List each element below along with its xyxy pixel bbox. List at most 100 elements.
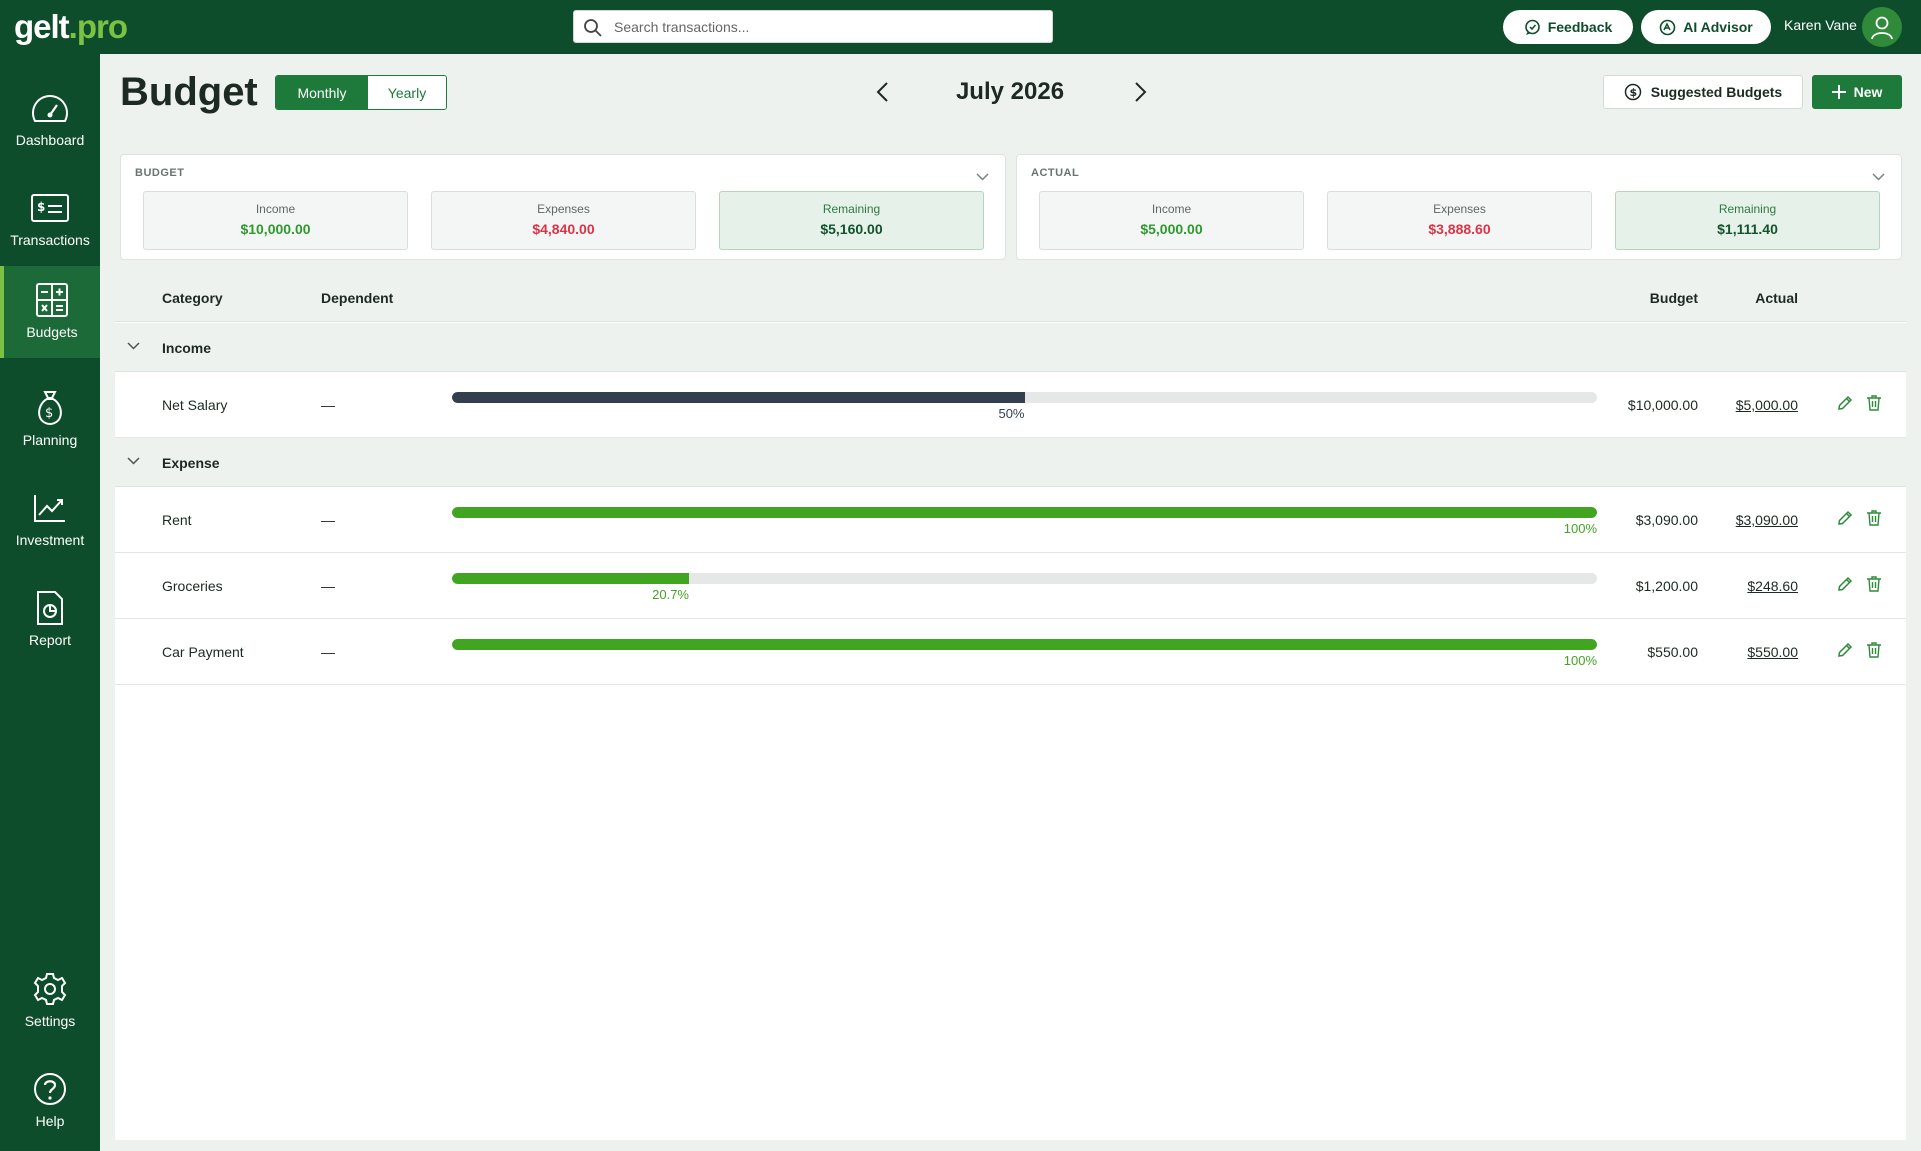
trash-icon[interactable]	[1865, 509, 1883, 527]
pencil-icon[interactable]	[1836, 575, 1854, 593]
report-icon	[37, 591, 63, 625]
budget-summary-panel: BUDGET Income $10,000.00 Expenses $4,840…	[120, 154, 1006, 260]
search-input[interactable]	[614, 11, 1034, 42]
progress-track	[452, 573, 1597, 584]
app-logo[interactable]: gelt.pro	[14, 8, 128, 46]
stat-label: Remaining	[822, 202, 881, 216]
category-name: Net Salary	[162, 397, 228, 413]
progress-percent: 100%	[1563, 653, 1597, 668]
group-row-expense[interactable]: Expense	[115, 438, 1906, 487]
chat-bubble-icon	[1524, 19, 1540, 35]
actual-amount-link[interactable]: $550.00	[1747, 644, 1798, 660]
feedback-label: Feedback	[1547, 19, 1613, 35]
actual-amount-link[interactable]: $5,000.00	[1736, 397, 1798, 413]
stat-label: Expenses	[1433, 202, 1486, 216]
sidebar-item-help[interactable]: Help	[0, 1055, 100, 1147]
previous-period-button[interactable]	[873, 80, 893, 109]
sidebar-item-label: Budgets	[26, 324, 78, 340]
period-toggle: Monthly Yearly	[275, 75, 447, 110]
next-period-button[interactable]	[1130, 80, 1150, 109]
logo-suffix: .pro	[68, 8, 128, 45]
user-name[interactable]: Karen Vane	[1784, 17, 1857, 33]
dollar-circle-icon: $	[1624, 83, 1642, 101]
sidebar-item-label: Dashboard	[15, 132, 85, 148]
current-period: July 2026	[955, 78, 1065, 105]
stat-value: $10,000.00	[240, 221, 311, 237]
suggested-budgets-button[interactable]: $ Suggested Budgets	[1603, 75, 1803, 109]
svg-text:$: $	[45, 406, 53, 421]
table-row: Groceries — 20.7% $1,200.00 $248.60	[115, 553, 1906, 619]
sidebar-item-label: Settings	[24, 1013, 76, 1029]
new-budget-button[interactable]: New	[1812, 75, 1902, 109]
sidebar-item-dashboard[interactable]: Dashboard	[0, 74, 100, 166]
dependent-value: —	[321, 512, 335, 528]
progress-track	[452, 639, 1597, 650]
stat-label: Expenses	[537, 202, 590, 216]
progress-percent: 20.7%	[652, 587, 689, 602]
panel-title: ACTUAL	[1031, 167, 1080, 179]
sidebar-item-label: Report	[28, 632, 72, 648]
stat-value: $5,000.00	[1140, 221, 1203, 237]
budget-income-card: Income $10,000.00	[143, 191, 408, 250]
budget-remaining-card: Remaining $5,160.00	[719, 191, 984, 250]
search-icon	[584, 19, 602, 37]
progress-fill	[452, 507, 1597, 518]
table-header: Category Dependent Budget Actual	[115, 272, 1906, 322]
monthly-toggle[interactable]: Monthly	[276, 76, 368, 109]
ai-advisor-button[interactable]: AI Advisor	[1641, 10, 1771, 44]
chevron-down-icon	[1872, 173, 1885, 181]
actual-expenses-card: Expenses $3,888.60	[1327, 191, 1592, 250]
trash-icon[interactable]	[1865, 641, 1883, 659]
header-budget[interactable]: Budget	[1650, 290, 1698, 306]
sidebar-item-report[interactable]: Report	[0, 574, 100, 666]
progress-track	[452, 507, 1597, 518]
group-label: Income	[162, 340, 212, 356]
trash-icon[interactable]	[1865, 575, 1883, 593]
search-box[interactable]	[573, 10, 1053, 43]
yearly-toggle[interactable]: Yearly	[368, 76, 446, 109]
chevron-down-icon	[976, 173, 989, 181]
progress-track	[452, 392, 1597, 403]
sidebar-item-budgets[interactable]: Budgets	[0, 266, 100, 358]
header-dependent[interactable]: Dependent	[321, 290, 393, 306]
collapse-budget-button[interactable]	[976, 168, 989, 186]
group-row-income[interactable]: Income	[115, 323, 1906, 372]
page-title: Budget	[120, 70, 258, 114]
collapse-actual-button[interactable]	[1872, 168, 1885, 186]
sidebar-item-label: Transactions	[10, 232, 90, 248]
progress-fill	[452, 392, 1025, 403]
stat-label: Remaining	[1718, 202, 1777, 216]
feedback-button[interactable]: Feedback	[1503, 10, 1633, 44]
actual-summary-panel: ACTUAL Income $5,000.00 Expenses $3,888.…	[1016, 154, 1902, 260]
sidebar-item-planning[interactable]: $ Planning	[0, 374, 100, 466]
header-actual[interactable]: Actual	[1755, 290, 1798, 306]
stat-value: $1,111.40	[1717, 221, 1778, 237]
actual-amount-link[interactable]: $248.60	[1747, 578, 1798, 594]
avatar[interactable]	[1862, 7, 1902, 47]
chevron-down-icon[interactable]	[127, 342, 140, 350]
progress-percent: 50%	[998, 406, 1025, 421]
sidebar-item-investment[interactable]: Investment	[0, 474, 100, 566]
table-row: Car Payment — 100% $550.00 $550.00	[115, 619, 1906, 685]
actual-remaining-card: Remaining $1,111.40	[1615, 191, 1880, 250]
stat-label: Income	[255, 202, 296, 216]
group-label: Expense	[162, 455, 220, 471]
pencil-icon[interactable]	[1836, 509, 1854, 527]
header-category[interactable]: Category	[162, 290, 223, 306]
actual-income-card: Income $5,000.00	[1039, 191, 1304, 250]
progress-fill	[452, 639, 1597, 650]
chevron-down-icon[interactable]	[127, 457, 140, 465]
chevron-right-icon	[1135, 82, 1147, 102]
sidebar-item-settings[interactable]: Settings	[0, 955, 100, 1047]
pencil-icon[interactable]	[1836, 641, 1854, 659]
actual-amount-link[interactable]: $3,090.00	[1736, 512, 1798, 528]
stat-label: Income	[1151, 202, 1192, 216]
logo-text: gelt	[14, 8, 70, 45]
sidebar-item-label: Investment	[15, 532, 85, 548]
top-bar: gelt.pro Feedback AI Advisor Karen Vane	[0, 0, 1921, 54]
trash-icon[interactable]	[1865, 394, 1883, 412]
budget-table: Category Dependent Budget Actual Income …	[115, 272, 1906, 1140]
budget-amount: $1,200.00	[1635, 578, 1698, 594]
sidebar-item-transactions[interactable]: $ Transactions	[0, 174, 100, 266]
pencil-icon[interactable]	[1836, 394, 1854, 412]
